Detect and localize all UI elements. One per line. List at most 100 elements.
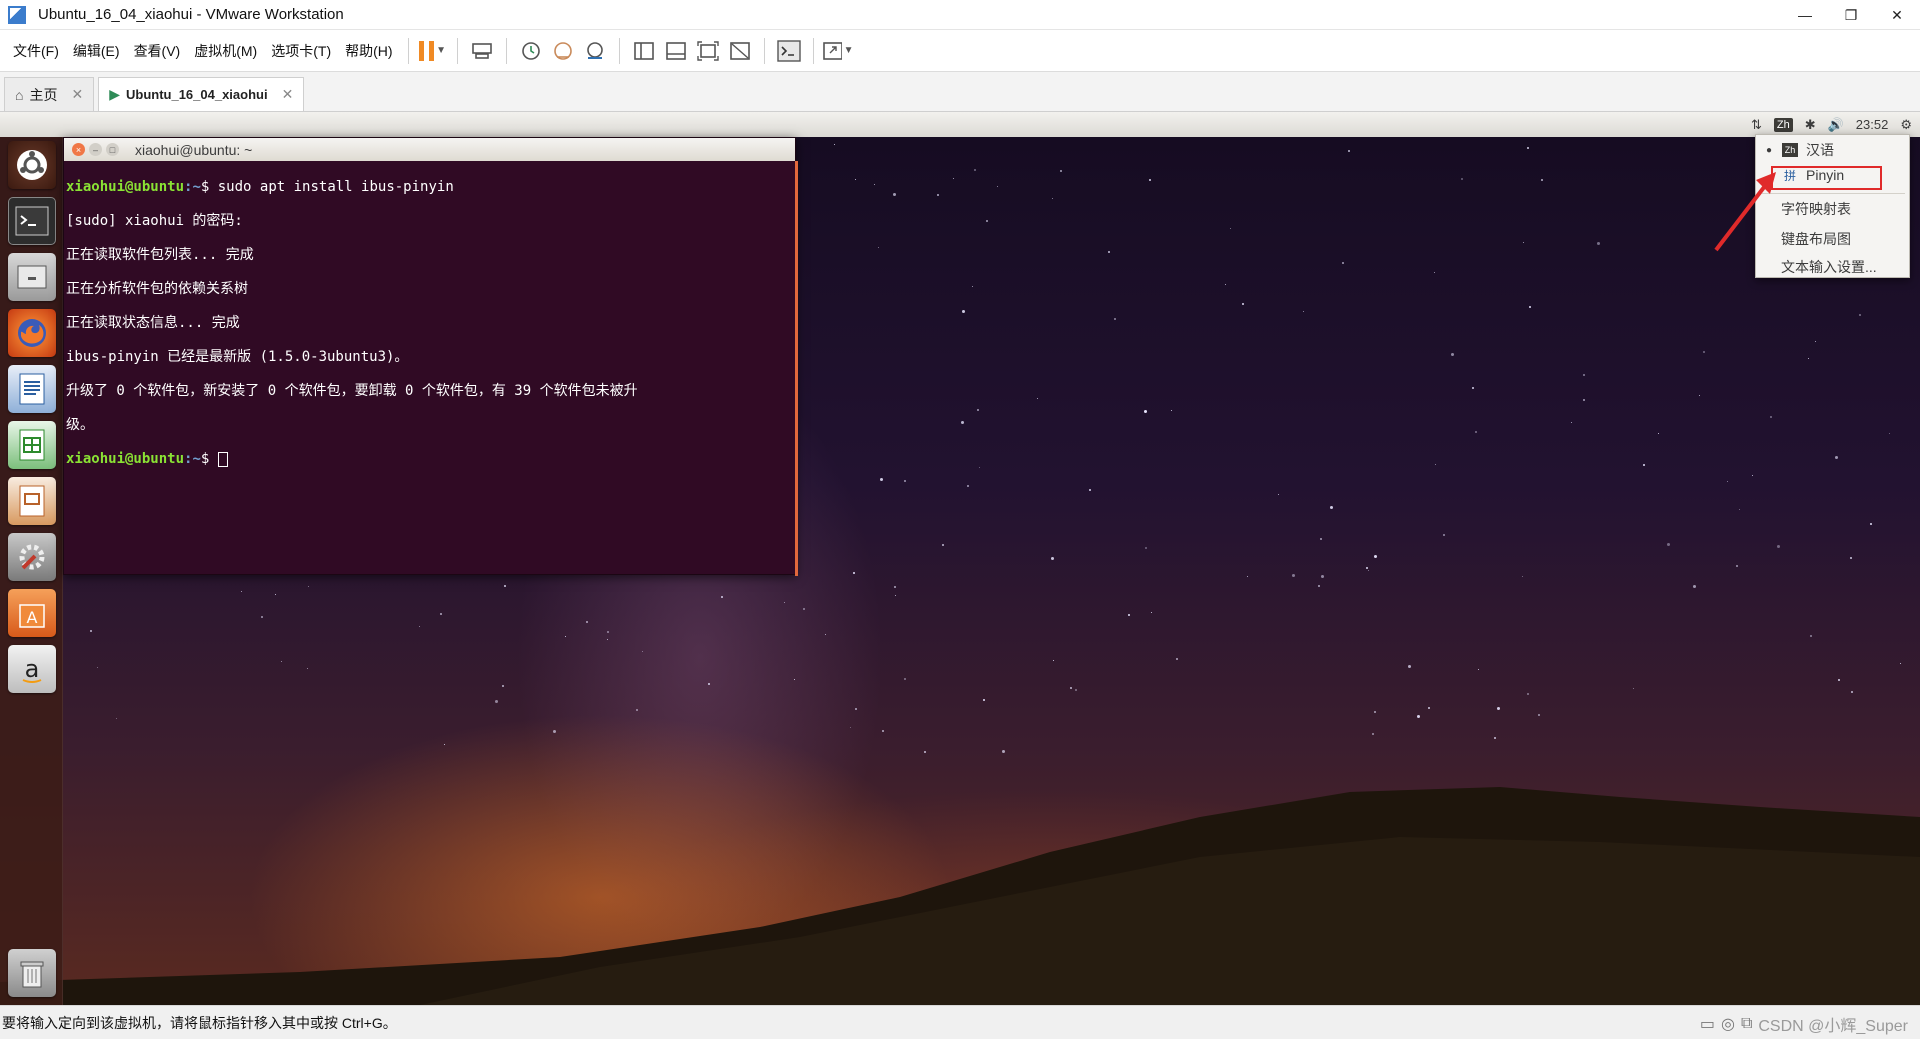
network-icon[interactable]: ⇅ xyxy=(1751,117,1762,133)
terminal-titlebar[interactable]: × – □ xiaohui@ubuntu: ~ xyxy=(64,138,795,161)
star-decoration xyxy=(642,650,644,652)
view-sidebar-button[interactable] xyxy=(628,35,660,67)
menu-vm[interactable]: 虚拟机(M) xyxy=(187,37,264,65)
close-button[interactable]: ✕ xyxy=(1874,0,1920,30)
maximize-icon[interactable]: □ xyxy=(106,143,119,156)
ime-item-text-entry-settings[interactable]: 文本输入设置... xyxy=(1756,255,1911,279)
window-resize-edge[interactable] xyxy=(795,161,798,576)
console-icon xyxy=(776,39,801,62)
software-center-launcher[interactable]: A xyxy=(8,589,56,637)
star-decoration xyxy=(941,543,944,546)
minimize-icon[interactable]: – xyxy=(89,143,102,156)
pause-icon xyxy=(419,40,435,61)
terminal-line: [sudo] xiaohui 的密码: xyxy=(66,213,243,229)
snapshot-manager-icon xyxy=(586,41,603,59)
star-decoration xyxy=(1667,542,1671,546)
menubar: 文件(F) 编辑(E) 查看(V) 虚拟机(M) 选项卡(T) 帮助(H) ▼ … xyxy=(0,30,1920,72)
star-decoration xyxy=(1450,352,1454,356)
tab-home-label: 主页 xyxy=(29,86,58,103)
star-decoration xyxy=(1858,314,1861,317)
snapshot-icon xyxy=(521,41,540,60)
tab-vm-label: Ubuntu_16_04_xiaohui xyxy=(125,87,268,102)
ime-item-chinese[interactable]: ● Zh 汉语 xyxy=(1756,138,1911,162)
svg-text:A: A xyxy=(27,608,38,627)
terminal-command: sudo apt install ibus-pinyin xyxy=(209,179,454,195)
trash-launcher[interactable] xyxy=(8,949,56,997)
impress-launcher[interactable] xyxy=(8,477,56,525)
ime-badge: Zh xyxy=(1773,117,1793,132)
menu-edit[interactable]: 编辑(E) xyxy=(66,37,127,65)
calc-launcher[interactable] xyxy=(8,421,56,469)
home-icon: ⌂ xyxy=(15,86,24,103)
minimize-button[interactable]: — xyxy=(1782,0,1828,30)
menu-tabs[interactable]: 选项卡(T) xyxy=(264,37,338,65)
writer-launcher[interactable] xyxy=(8,365,56,413)
unity-mode-button[interactable] xyxy=(724,35,756,67)
menu-divider xyxy=(1762,193,1905,194)
terminal-launcher[interactable] xyxy=(8,197,56,245)
selected-dot-icon: ● xyxy=(1766,144,1773,156)
volume-icon[interactable]: 🔊 xyxy=(1828,117,1844,133)
status-icons: ▭ ◎ ⧉ CSDN @小辉_Super xyxy=(1694,1012,1908,1036)
close-icon[interactable]: ✕ xyxy=(282,86,294,103)
trash-icon xyxy=(20,961,44,988)
cd-icon[interactable]: ◎ xyxy=(1721,1014,1735,1034)
bluetooth-icon[interactable]: ✱ xyxy=(1805,117,1816,133)
star-decoration xyxy=(1277,493,1279,495)
terminal-output[interactable]: xiaohui@ubuntu:~$ sudo apt install ibus-… xyxy=(64,161,795,503)
star-decoration xyxy=(504,584,507,587)
hdd-icon[interactable]: ▭ xyxy=(1700,1014,1715,1034)
star-decoration xyxy=(1537,713,1540,716)
star-decoration xyxy=(501,685,504,688)
prompt-user: xiaohui@ubuntu xyxy=(66,451,185,467)
input-method-indicator[interactable]: Zh xyxy=(1773,117,1793,132)
tab-home[interactable]: ⌂ 主页 ✕ xyxy=(4,77,95,111)
maximize-button[interactable]: ❐ xyxy=(1828,0,1874,30)
chevron-down-icon: ▼ xyxy=(843,45,854,56)
firefox-launcher[interactable] xyxy=(8,309,56,357)
console-view-button[interactable] xyxy=(773,35,805,67)
watermark: CSDN @小辉_Super xyxy=(1758,1018,1908,1035)
star-decoration xyxy=(1496,707,1500,711)
star-decoration xyxy=(116,717,118,719)
annotation-highlight-box xyxy=(1771,166,1882,190)
amazon-launcher[interactable]: a xyxy=(8,645,56,693)
unity-launcher: A a xyxy=(0,137,63,1005)
terminal-line: ibus-pinyin 已经是最新版 (1.5.0-3ubuntu3)。 xyxy=(66,349,409,365)
sidebar-layout-icon xyxy=(633,41,654,60)
dash-home-button[interactable] xyxy=(8,141,56,189)
revert-snapshot-button[interactable] xyxy=(547,35,579,67)
menu-help[interactable]: 帮助(H) xyxy=(338,37,399,65)
menu-file[interactable]: 文件(F) xyxy=(6,37,66,65)
star-decoration xyxy=(1317,584,1320,587)
star-decoration xyxy=(1108,250,1111,253)
snapshot-manager-button[interactable] xyxy=(579,35,611,67)
star-decoration xyxy=(280,660,282,662)
files-launcher[interactable] xyxy=(8,253,56,301)
fullscreen-button[interactable] xyxy=(692,35,724,67)
terminal-line: 正在分析软件包的依赖关系树 xyxy=(66,281,248,297)
vm-screen[interactable]: ⇅ Zh ✱ 🔊 23:52 ⚙ A a × – □ xiaohui@ubunt… xyxy=(0,112,1920,1005)
tab-vm[interactable]: ▶ Ubuntu_16_04_xiaohui ✕ xyxy=(98,77,305,111)
close-icon[interactable]: ✕ xyxy=(71,86,83,103)
fullscreen-icon xyxy=(696,40,719,61)
stretch-guest-button[interactable]: ▼ xyxy=(822,35,854,67)
close-icon[interactable]: × xyxy=(72,143,85,156)
view-thumbnail-button[interactable] xyxy=(660,35,692,67)
prompt-path: :~ xyxy=(184,451,201,467)
suspend-button[interactable]: ▼ xyxy=(417,35,449,67)
star-decoration xyxy=(1371,733,1374,736)
menu-view[interactable]: 查看(V) xyxy=(127,37,188,65)
ime-item-label: 汉语 xyxy=(1806,142,1834,158)
star-decoration xyxy=(1224,283,1226,285)
star-decoration xyxy=(986,219,989,222)
panel-clock[interactable]: 23:52 xyxy=(1856,117,1889,132)
send-ctrl-alt-del-button[interactable] xyxy=(466,35,498,67)
snapshot-button[interactable] xyxy=(515,35,547,67)
prompt-symbol: $ xyxy=(200,451,210,467)
system-settings-launcher[interactable] xyxy=(8,533,56,581)
terminal-window[interactable]: × – □ xiaohui@ubuntu: ~ xiaohui@ubuntu:~… xyxy=(63,137,798,576)
settings-gear-icon[interactable]: ⚙ xyxy=(1900,117,1912,133)
star-decoration xyxy=(1434,463,1436,465)
network-adapter-icon[interactable]: ⧉ xyxy=(1741,1015,1752,1033)
